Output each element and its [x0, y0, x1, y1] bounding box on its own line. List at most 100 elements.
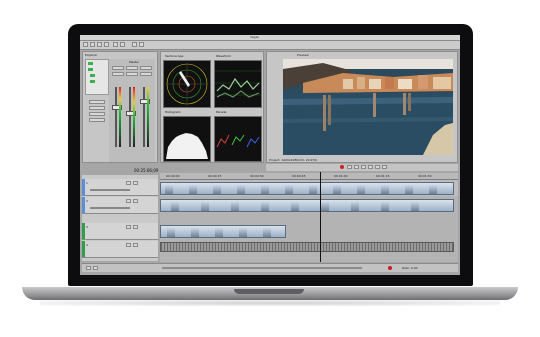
clip-thumbnail — [263, 228, 271, 237]
explorer-tab[interactable]: Explorer — [85, 53, 98, 57]
explorer-panel: Explorer Master — [82, 51, 158, 163]
solo-button[interactable] — [133, 225, 138, 229]
mute-button[interactable] — [126, 225, 131, 229]
play-button[interactable] — [347, 165, 352, 169]
solo-button[interactable] — [133, 199, 138, 203]
transport-bar — [266, 164, 458, 171]
clip-thumbnail — [333, 185, 341, 194]
save-button[interactable] — [97, 42, 102, 47]
auto-ripple-button[interactable] — [139, 42, 144, 47]
mute-button[interactable] — [126, 199, 131, 203]
ruler-mark: 00:00:00 — [166, 174, 180, 178]
explorer-button[interactable] — [89, 106, 105, 110]
explorer-button[interactable] — [89, 118, 105, 122]
mixer-button[interactable] — [112, 72, 124, 76]
audio-waveform[interactable] — [160, 242, 454, 252]
clip-thumbnail — [405, 185, 413, 194]
clip-thumbnail — [357, 185, 365, 194]
parade-graph — [216, 134, 260, 148]
snap-button[interactable] — [132, 42, 137, 47]
clip-thumbnail — [351, 202, 359, 211]
redo-button[interactable] — [120, 42, 125, 47]
mixer-button[interactable] — [126, 66, 138, 70]
ruler-mark: 00:00:30 — [250, 174, 264, 178]
vectorscope-graph — [166, 63, 208, 105]
folder-icon — [88, 68, 93, 71]
track-header[interactable]: 3 — [82, 223, 158, 240]
loop-button[interactable] — [382, 165, 387, 169]
clip-thumbnail — [261, 185, 269, 194]
folder-icon — [88, 62, 93, 65]
fader-track[interactable] — [143, 87, 145, 147]
solo-button[interactable] — [133, 181, 138, 185]
window-title: Vegas — [250, 35, 259, 39]
level-slider[interactable] — [90, 207, 130, 209]
clip-thumbnail — [381, 185, 389, 194]
clip-thumbnail — [167, 228, 175, 237]
laptop-notch — [234, 289, 304, 294]
prev-frame-button[interactable] — [368, 165, 373, 169]
solo-button[interactable] — [133, 243, 138, 247]
mixer-master-label: Master — [129, 60, 140, 64]
horizontal-scrollbar[interactable] — [162, 267, 362, 269]
video-clip[interactable] — [160, 182, 454, 195]
parade-title: Parade — [216, 110, 227, 114]
new-project-button[interactable] — [83, 42, 88, 47]
mixer-button[interactable] — [126, 72, 138, 76]
clip-thumbnail — [285, 185, 293, 194]
mute-button[interactable] — [126, 181, 131, 185]
record-button[interactable] — [340, 165, 344, 169]
waveform-title: Waveform — [216, 54, 232, 58]
timeline-ruler[interactable]: 00:00:00 00:00:15 00:00:30 00:00:45 00:0… — [160, 173, 458, 180]
clip-thumbnail — [291, 202, 299, 211]
histogram-title: Histogram — [165, 110, 181, 114]
clip-thumbnail — [171, 202, 179, 211]
folder-icon — [90, 74, 95, 77]
track-color-tab — [82, 179, 85, 195]
record-indicator — [388, 266, 392, 270]
clip-thumbnail — [429, 185, 437, 194]
level-slider[interactable] — [90, 189, 130, 191]
fader-track[interactable] — [115, 87, 117, 147]
fader-track[interactable] — [129, 87, 131, 147]
level-meter — [119, 87, 121, 147]
waveform-monitor: Waveform — [214, 54, 262, 108]
preview-image — [283, 59, 453, 155]
track-header[interactable]: 2 — [82, 197, 158, 214]
playhead-cursor[interactable] — [320, 172, 321, 262]
zoom-in-button[interactable] — [86, 266, 91, 270]
preview-label: Preview — [297, 53, 309, 57]
timecode-display: 00:25:06;09 — [134, 168, 159, 173]
video-clip[interactable] — [160, 225, 286, 238]
ruler-mark: 00:01:15 — [376, 174, 390, 178]
track-color-tab — [82, 197, 85, 213]
next-frame-button[interactable] — [375, 165, 380, 169]
stop-button[interactable] — [361, 165, 366, 169]
clip-thumbnail — [239, 228, 247, 237]
clip-thumbnail — [165, 185, 173, 194]
track-number: 4 — [86, 243, 88, 247]
histogram-graph — [166, 133, 208, 159]
track-number: 2 — [86, 199, 88, 203]
waveform-graph — [215, 70, 261, 98]
track-number: 3 — [86, 225, 88, 229]
render-button[interactable] — [104, 42, 109, 47]
video-clip[interactable] — [160, 199, 454, 212]
clip-thumbnail — [191, 228, 199, 237]
zoom-out-button[interactable] — [93, 266, 98, 270]
track-header[interactable]: 1 — [82, 179, 158, 196]
open-button[interactable] — [90, 42, 95, 47]
explorer-button[interactable] — [89, 100, 105, 104]
pause-button[interactable] — [354, 165, 359, 169]
mixer-button[interactable] — [140, 72, 152, 76]
explorer-button[interactable] — [89, 112, 105, 116]
video-scopes-panel: Vectorscope Waveform Histogram Parade — [160, 51, 264, 163]
histogram: Histogram — [163, 110, 211, 162]
timeline-area[interactable] — [160, 172, 458, 262]
undo-button[interactable] — [113, 42, 118, 47]
track-header[interactable]: 4 — [82, 241, 158, 258]
mixer-button[interactable] — [112, 66, 124, 70]
mixer-button[interactable] — [140, 66, 152, 70]
status-bar: Rate: 0.00 — [82, 263, 458, 272]
mute-button[interactable] — [126, 243, 131, 247]
